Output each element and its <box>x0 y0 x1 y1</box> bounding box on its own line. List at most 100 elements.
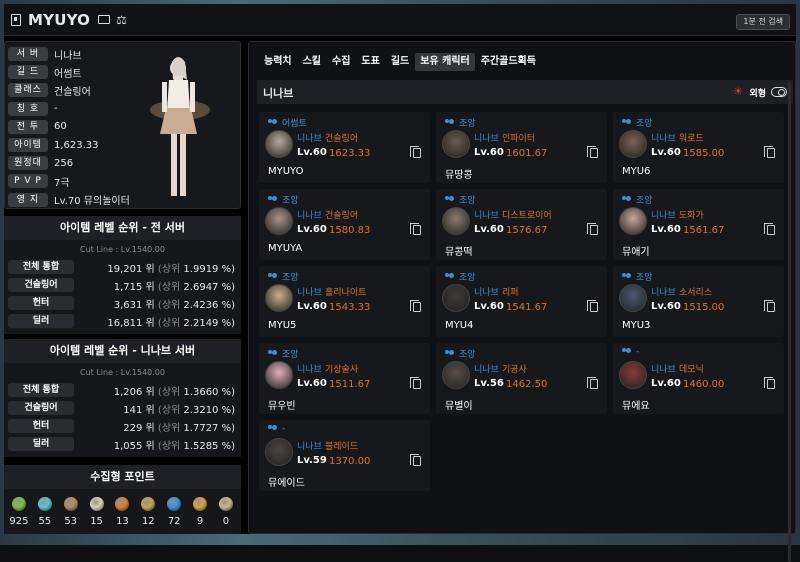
card-item-level: 1580.83 <box>329 225 371 236</box>
guild-icon <box>268 349 278 358</box>
profile-label: 길 드 <box>8 65 48 80</box>
copy-icon[interactable] <box>410 146 421 158</box>
card-character-name: MYU4 <box>445 320 474 331</box>
card-level: Lv.60 <box>651 224 681 235</box>
profile-value: 니나브 <box>54 50 82 62</box>
card-class: 데모닉 <box>679 365 704 375</box>
ignea-token-icon <box>115 497 130 511</box>
profile-label: 영 지 <box>8 192 48 207</box>
guild-name: 조앙 <box>459 119 476 129</box>
profile-row: 아이템 1,623.33 <box>8 137 99 153</box>
character-card[interactable]: 조앙 니나브 리퍼 Lv.60 1541.67 MYU4 <box>436 266 607 337</box>
copy-icon[interactable] <box>764 300 775 312</box>
card-item-level: 1601.67 <box>506 148 548 159</box>
card-character-name: MYU5 <box>268 320 297 331</box>
rank-row: 전체 통합 1,206 위 (상위 1.3660 %) <box>4 382 241 398</box>
tab-1[interactable]: 스킬 <box>298 53 326 71</box>
card-class: 워로드 <box>679 134 704 144</box>
avatar <box>619 284 647 312</box>
copy-icon[interactable] <box>587 146 598 158</box>
character-card[interactable]: 어썸트 니나브 건슬링어 Lv.60 1623.33 MYUYO <box>259 112 430 183</box>
character-card[interactable]: 조앙 니나브 기상술사 Lv.60 1511.67 뮤우빈 <box>259 343 430 414</box>
tab-2[interactable]: 수집 <box>327 53 355 71</box>
guild-icon <box>268 425 278 433</box>
bookmark-icon[interactable] <box>11 13 21 26</box>
scale-icon[interactable]: ⚖ <box>116 13 127 27</box>
rank-value: 1,206 위 (상위 1.3660 %) <box>75 383 235 398</box>
card-item-level: 1370.00 <box>329 456 371 467</box>
guild-row: 조앙 <box>445 193 476 206</box>
guild-name: 조앙 <box>636 196 653 206</box>
copy-icon[interactable] <box>410 454 421 466</box>
card-level: Lv.60 <box>651 378 681 389</box>
character-card[interactable]: 조앙 니나브 디스트로이어 Lv.60 1576.67 뮤콩떡 <box>436 189 607 260</box>
card-character-name: 뮤별이 <box>445 401 473 412</box>
character-figure <box>150 57 210 196</box>
copy-icon[interactable] <box>587 223 598 235</box>
guild-name: 조앙 <box>282 273 299 283</box>
tab-6[interactable]: 주간골드획득 <box>476 53 541 71</box>
look-toggle[interactable] <box>771 87 787 97</box>
guild-icon <box>622 118 632 127</box>
guild-icon <box>445 349 455 358</box>
id-card-icon[interactable] <box>98 15 111 24</box>
card-level: Lv.60 <box>297 301 327 312</box>
tab-3[interactable]: 도표 <box>356 53 384 71</box>
character-card[interactable]: 조앙 니나브 소서리스 Lv.60 1515.00 MYU3 <box>613 266 784 337</box>
character-card[interactable]: 조앙 니나브 기공사 Lv.56 1462.50 뮤별이 <box>436 343 607 414</box>
collect-item[interactable]: 0 <box>215 497 237 527</box>
profile-value: 건슬링어 <box>54 86 91 98</box>
card-item-level: 1462.50 <box>506 379 548 390</box>
card-class: 소서리스 <box>679 288 713 298</box>
guild-row: - <box>268 424 285 434</box>
collect-item[interactable]: 9 <box>189 497 211 527</box>
copy-icon[interactable] <box>764 377 775 389</box>
guild-row: 어썸트 <box>268 116 307 129</box>
copy-icon[interactable] <box>410 300 421 312</box>
collect-item[interactable]: 15 <box>86 497 108 527</box>
card-level: Lv.59 <box>297 455 327 466</box>
recent-search-button[interactable]: 1분 전 검색 <box>736 14 790 30</box>
collect-item[interactable]: 53 <box>60 497 82 527</box>
character-card[interactable]: - 니나브 데모닉 Lv.60 1460.00 뮤에요 <box>613 343 784 414</box>
header-bar: MYUYO ⚖ 1분 전 검색 <box>4 4 796 36</box>
card-class: 디스트로이어 <box>502 211 552 221</box>
collect-item[interactable]: 55 <box>34 497 56 527</box>
avatar <box>265 361 293 389</box>
copy-icon[interactable] <box>587 377 598 389</box>
profile-label: 아이템 <box>8 138 48 152</box>
card-character-name: 뮤우빈 <box>268 401 296 412</box>
character-card[interactable]: 조앙 니나브 홀리나이트 Lv.60 1543.33 MYU5 <box>259 266 430 337</box>
copy-icon[interactable] <box>410 223 421 235</box>
guild-row: 조앙 <box>268 347 299 360</box>
copy-icon[interactable] <box>410 377 421 389</box>
character-card[interactable]: 조앙 니나브 도화가 Lv.60 1561.67 뮤애기 <box>613 189 784 260</box>
collect-item[interactable]: 12 <box>137 497 159 527</box>
character-card[interactable]: - 니나브 블레이드 Lv.59 1370.00 뮤에이드 <box>259 420 430 491</box>
guild-row: 조앙 <box>622 270 653 283</box>
card-class: 기공사 <box>502 365 527 375</box>
profile-value: 60 <box>54 121 67 133</box>
scrollbar[interactable] <box>787 82 792 562</box>
character-card[interactable]: 조앙 니나브 건슬링어 Lv.60 1580.83 MYUYA <box>259 189 430 260</box>
copy-icon[interactable] <box>764 223 775 235</box>
server-name: 니나브 <box>263 87 294 100</box>
character-card[interactable]: 조앙 니나브 워로드 Lv.60 1585.00 MYU6 <box>613 112 784 183</box>
collect-value: 72 <box>167 516 181 527</box>
guild-row: - <box>622 347 639 357</box>
guild-name: 조앙 <box>282 350 299 360</box>
character-card[interactable]: 조앙 니나브 인파이터 Lv.60 1601.67 뮤땅콩 <box>436 112 607 183</box>
copy-icon[interactable] <box>764 146 775 158</box>
rank-value: 19,201 위 (상위 1.9919 %) <box>75 260 235 275</box>
copy-icon[interactable] <box>587 300 598 312</box>
tab-0[interactable]: 능력치 <box>259 53 297 71</box>
collect-item[interactable]: 13 <box>111 497 133 527</box>
tab-5[interactable]: 보유 캐릭터 <box>415 53 475 71</box>
rank-value: 1,715 위 (상위 2.6947 %) <box>75 278 235 293</box>
card-class: 기상술사 <box>325 365 359 375</box>
rank-label: 전체 통합 <box>8 260 74 274</box>
collect-item[interactable]: 925 <box>8 497 30 527</box>
collect-item[interactable]: 72 <box>163 497 185 527</box>
tab-4[interactable]: 길드 <box>386 53 414 71</box>
card-level: Lv.60 <box>474 224 504 235</box>
